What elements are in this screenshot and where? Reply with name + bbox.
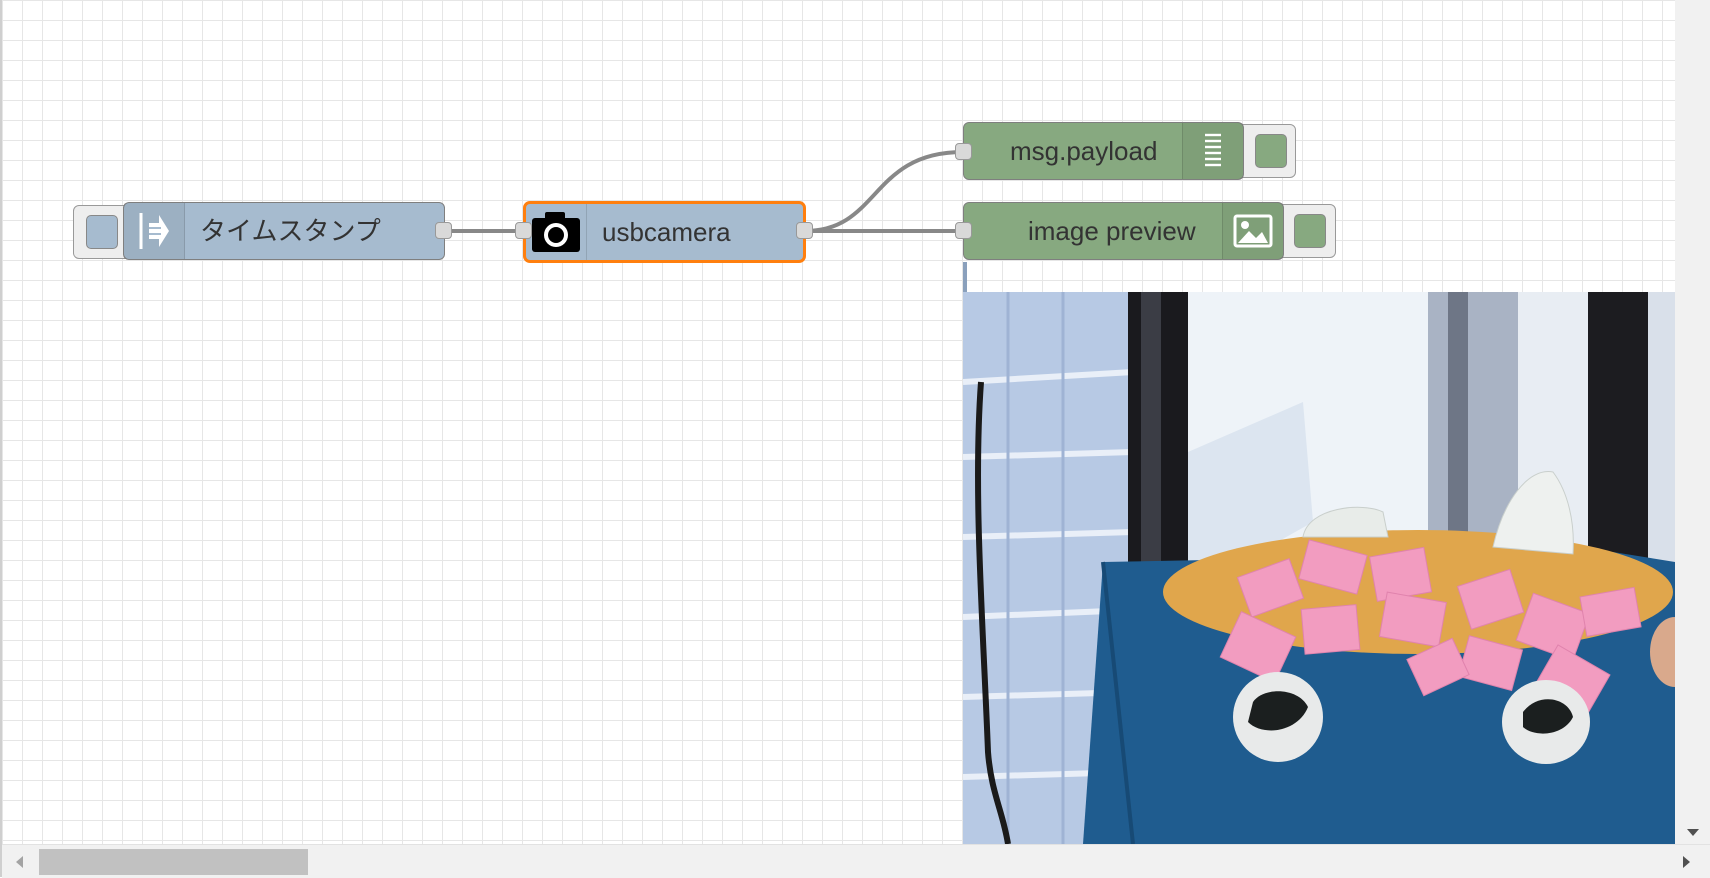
image-preview-toggle-button[interactable] xyxy=(1294,214,1326,248)
inject-trigger-button[interactable] xyxy=(86,215,118,249)
horizontal-scroll-thumb[interactable] xyxy=(39,849,308,875)
image-preview-input-port[interactable] xyxy=(955,222,972,239)
usbcamera-output-port[interactable] xyxy=(796,222,813,239)
arrow-in-icon xyxy=(124,203,185,259)
scroll-left-arrow-icon[interactable] xyxy=(16,856,23,868)
usbcamera-node[interactable]: usbcamera xyxy=(523,201,806,263)
debug-node-label: msg.payload xyxy=(1010,136,1158,166)
usbcamera-input-port[interactable] xyxy=(515,222,532,239)
list-icon xyxy=(1182,123,1243,179)
image-icon xyxy=(1222,203,1283,259)
camera-preview-image xyxy=(963,292,1675,844)
usbcamera-node-label: usbcamera xyxy=(602,217,731,247)
image-preview-node-label: image preview xyxy=(1028,216,1196,246)
vertical-scrollbar[interactable] xyxy=(1675,0,1710,844)
scroll-down-arrow-icon[interactable] xyxy=(1687,829,1699,836)
debug-node[interactable]: msg.payload xyxy=(963,122,1244,180)
horizontal-scrollbar[interactable] xyxy=(2,844,1710,878)
preview-connector xyxy=(963,262,967,292)
inject-node-label: タイムスタンプ xyxy=(200,216,381,246)
debug-input-port[interactable] xyxy=(955,143,972,160)
image-preview-node[interactable]: image preview xyxy=(963,202,1284,260)
wire-camera-debug[interactable] xyxy=(804,150,964,233)
inject-output-port[interactable] xyxy=(435,222,452,239)
scroll-right-arrow-icon[interactable] xyxy=(1683,856,1690,868)
debug-toggle-button[interactable] xyxy=(1255,134,1287,168)
inject-node[interactable]: タイムスタンプ xyxy=(123,202,445,260)
camera-icon xyxy=(526,204,587,260)
